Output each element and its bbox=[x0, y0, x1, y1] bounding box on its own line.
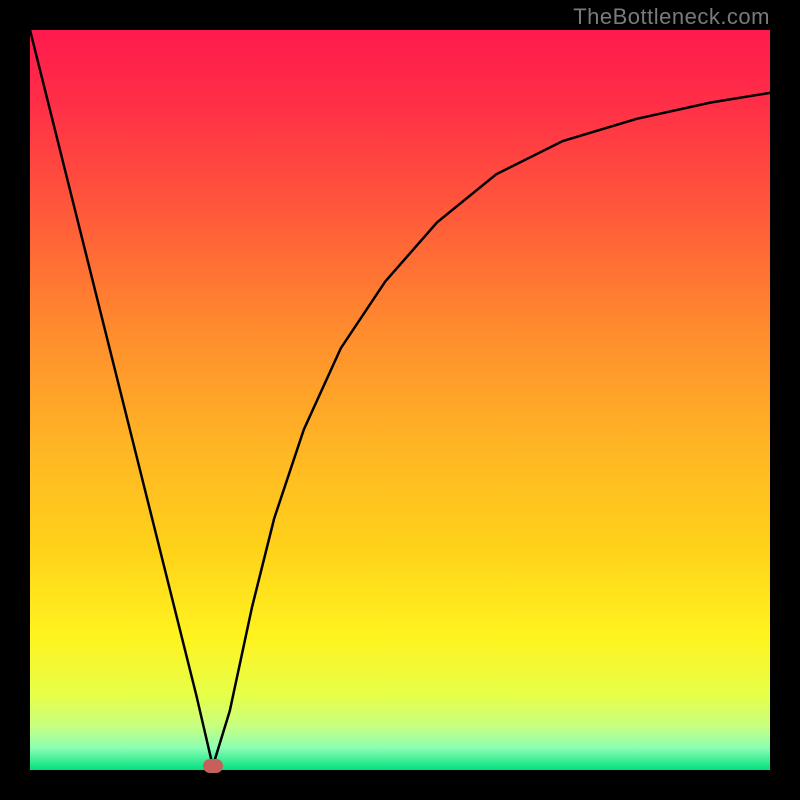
chart-canvas bbox=[30, 30, 770, 770]
gradient-background bbox=[30, 30, 770, 770]
plot-frame bbox=[30, 30, 770, 770]
watermark-text: TheBottleneck.com bbox=[573, 4, 770, 30]
optimum-marker bbox=[203, 759, 223, 773]
